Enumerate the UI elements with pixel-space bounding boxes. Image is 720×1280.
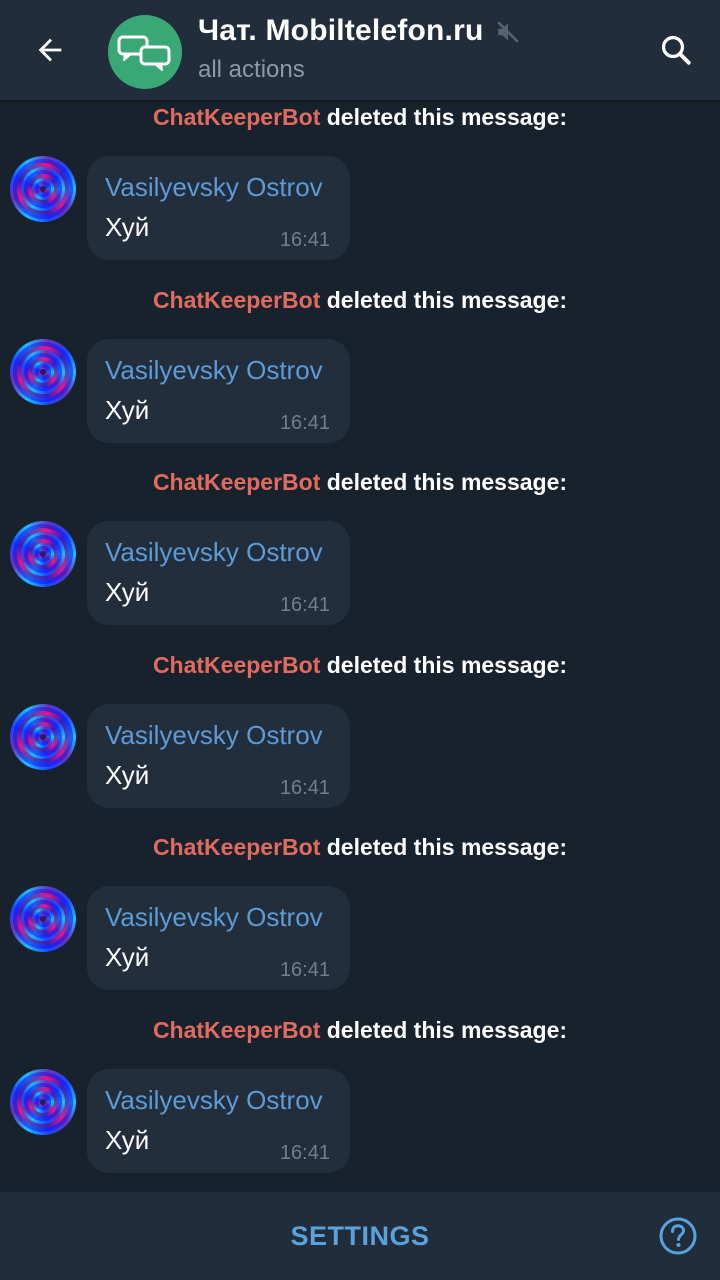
sender-name[interactable]: Vasilyevsky Ostrov bbox=[105, 172, 323, 203]
action-text: deleted this message: bbox=[326, 104, 568, 130]
avatar[interactable] bbox=[10, 521, 76, 587]
message-time: 16:41 bbox=[279, 1142, 330, 1164]
action-actor-link[interactable]: ChatKeeperBot bbox=[153, 1017, 320, 1043]
avatar[interactable] bbox=[10, 1069, 76, 1135]
back-button[interactable] bbox=[22, 22, 78, 78]
message-text: Хуй bbox=[105, 395, 150, 425]
message-text: Хуй bbox=[105, 577, 150, 607]
sender-name[interactable]: Vasilyevsky Ostrov bbox=[105, 355, 323, 386]
log-entry: ChatKeeperBot deleted this message: Vasi… bbox=[0, 100, 720, 283]
action-actor-link[interactable]: ChatKeeperBot bbox=[153, 652, 320, 678]
action-actor-link[interactable]: ChatKeeperBot bbox=[153, 834, 320, 860]
message-text: Хуй bbox=[105, 760, 150, 790]
chat-subtitle: all actions bbox=[198, 56, 305, 83]
search-button[interactable] bbox=[648, 22, 704, 78]
message-bubble[interactable]: Vasilyevsky Ostrov Хуй 16:41 bbox=[87, 1069, 350, 1173]
action-line: ChatKeeperBot deleted this message: bbox=[0, 1017, 720, 1044]
message-time: 16:41 bbox=[279, 412, 330, 434]
log-entry: ChatKeeperBot deleted this message: Vasi… bbox=[0, 465, 720, 648]
message-bubble[interactable]: Vasilyevsky Ostrov Хуй 16:41 bbox=[87, 339, 350, 443]
message-time: 16:41 bbox=[279, 229, 330, 251]
action-text: deleted this message: bbox=[326, 1017, 568, 1043]
message-bubble[interactable]: Vasilyevsky Ostrov Хуй 16:41 bbox=[87, 156, 350, 260]
action-line: ChatKeeperBot deleted this message: bbox=[0, 104, 720, 131]
chat-avatar[interactable] bbox=[108, 15, 182, 89]
message-text: Хуй bbox=[105, 212, 150, 242]
action-actor-link[interactable]: ChatKeeperBot bbox=[153, 104, 320, 130]
log-entry: ChatKeeperBot deleted this message: Vasi… bbox=[0, 1013, 720, 1192]
avatar[interactable] bbox=[10, 156, 76, 222]
action-line: ChatKeeperBot deleted this message: bbox=[0, 652, 720, 679]
message-time: 16:41 bbox=[279, 777, 330, 799]
message-text: Хуй bbox=[105, 942, 150, 972]
action-text: deleted this message: bbox=[326, 652, 568, 678]
message-bubble[interactable]: Vasilyevsky Ostrov Хуй 16:41 bbox=[87, 886, 350, 990]
arrow-left-icon bbox=[38, 38, 62, 62]
muted-speaker-icon bbox=[495, 19, 521, 45]
log-entry: ChatKeeperBot deleted this message: Vasi… bbox=[0, 830, 720, 1013]
bottom-bar: SETTINGS bbox=[0, 1192, 720, 1280]
log-entry: ChatKeeperBot deleted this message: Vasi… bbox=[0, 283, 720, 466]
action-text: deleted this message: bbox=[326, 469, 568, 495]
avatar[interactable] bbox=[10, 339, 76, 405]
action-actor-link[interactable]: ChatKeeperBot bbox=[153, 469, 320, 495]
action-line: ChatKeeperBot deleted this message: bbox=[0, 469, 720, 496]
action-line: ChatKeeperBot deleted this message: bbox=[0, 287, 720, 314]
action-text: deleted this message: bbox=[326, 287, 568, 313]
avatar[interactable] bbox=[10, 704, 76, 770]
action-text: deleted this message: bbox=[326, 834, 568, 860]
chat-title: Чат. Mobiltelefon.ru bbox=[198, 14, 484, 47]
search-icon bbox=[661, 35, 691, 65]
sender-name[interactable]: Vasilyevsky Ostrov bbox=[105, 1085, 323, 1116]
log-entry: ChatKeeperBot deleted this message: Vasi… bbox=[0, 648, 720, 831]
message-time: 16:41 bbox=[279, 594, 330, 616]
question-circle-icon bbox=[659, 1217, 697, 1255]
settings-button[interactable]: SETTINGS bbox=[0, 1192, 720, 1280]
app-header: Чат. Mobiltelefon.ru all actions bbox=[0, 0, 720, 100]
avatar[interactable] bbox=[10, 886, 76, 952]
message-text: Хуй bbox=[105, 1125, 150, 1155]
message-bubble[interactable]: Vasilyevsky Ostrov Хуй 16:41 bbox=[87, 704, 350, 808]
admin-log-screen: Чат. Mobiltelefon.ru all actions ChatKee… bbox=[0, 0, 720, 1280]
chat-bubbles-icon bbox=[117, 35, 171, 71]
message-bubble[interactable]: Vasilyevsky Ostrov Хуй 16:41 bbox=[87, 521, 350, 625]
sender-name[interactable]: Vasilyevsky Ostrov bbox=[105, 537, 323, 568]
action-actor-link[interactable]: ChatKeeperBot bbox=[153, 287, 320, 313]
message-time: 16:41 bbox=[279, 959, 330, 981]
message-list[interactable]: ChatKeeperBot deleted this message: Vasi… bbox=[0, 100, 720, 1192]
chat-title-row[interactable]: Чат. Mobiltelefon.ru bbox=[198, 14, 521, 48]
sender-name[interactable]: Vasilyevsky Ostrov bbox=[105, 902, 323, 933]
help-button[interactable] bbox=[658, 1216, 698, 1256]
action-line: ChatKeeperBot deleted this message: bbox=[0, 834, 720, 861]
sender-name[interactable]: Vasilyevsky Ostrov bbox=[105, 720, 323, 751]
